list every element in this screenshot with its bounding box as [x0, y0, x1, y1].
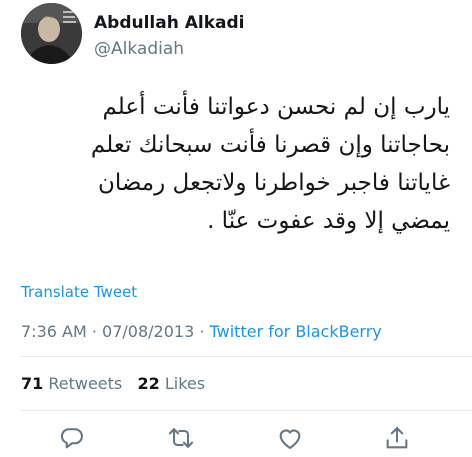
tweet-line: بحاجاتنا وإن قصرنا فأنت سبحانك تعلم	[90, 132, 450, 158]
avatar[interactable]	[21, 3, 82, 64]
tweet-source-link[interactable]: Twitter for BlackBerry	[210, 322, 382, 341]
like-icon	[279, 429, 301, 449]
meta-separator: ·	[194, 322, 210, 341]
like-button[interactable]	[276, 424, 304, 452]
tweet-line: غاياتنا فاجبر خواطرنا ولاتجعل رمضان	[97, 170, 450, 196]
share-button[interactable]	[383, 424, 411, 452]
tweet-meta: 7:36 AM · 07/08/2013 · Twitter for Black…	[21, 322, 382, 341]
tweet-line: يارب إن لم نحسن دعواتنا فأنت أعلم	[102, 94, 450, 120]
translate-tweet-link[interactable]: Translate Tweet	[21, 283, 137, 301]
retweet-icon	[168, 428, 194, 448]
reply-button[interactable]	[58, 424, 86, 452]
tweet-stats: 71 Retweets 22 Likes	[21, 374, 205, 393]
retweets-count: 71	[21, 374, 44, 393]
display-name[interactable]: Abdullah Alkadi	[94, 13, 245, 33]
likes-stat[interactable]: 22 Likes	[138, 374, 206, 393]
meta-separator: ·	[86, 322, 103, 341]
retweets-stat[interactable]: 71 Retweets	[21, 374, 122, 393]
retweets-label: Retweets	[48, 374, 123, 393]
divider	[21, 410, 472, 411]
user-handle[interactable]: @Alkadiah	[94, 39, 184, 59]
tweet-actions	[0, 420, 472, 456]
tweet-text: يارب إن لم نحسن دعواتنا فأنت أعلم بحاجات…	[20, 88, 450, 240]
tweet-time: 7:36 AM	[21, 322, 87, 341]
share-icon	[386, 427, 408, 449]
likes-label: Likes	[164, 374, 206, 393]
reply-icon	[60, 428, 83, 449]
tweet-date: 07/08/2013	[102, 322, 195, 341]
divider	[21, 356, 472, 357]
tweet-line: يمضي إلا وقد عفوت عنّا .	[207, 208, 450, 234]
retweet-button[interactable]	[167, 424, 195, 452]
likes-count: 22	[137, 374, 160, 393]
